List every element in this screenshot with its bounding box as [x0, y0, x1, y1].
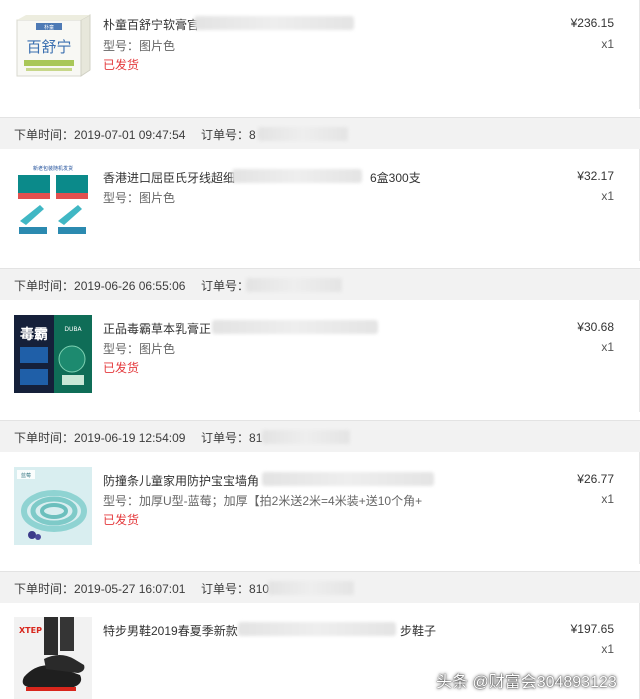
product-title-tail[interactable]: 步鞋子 [400, 622, 436, 639]
order-date: 下单时间：2019-06-26 06:55:06 [14, 279, 186, 293]
product-price: ¥30.68 [577, 320, 614, 334]
product-thumbnail[interactable]: XTEP [14, 617, 92, 699]
svg-text:XTEP: XTEP [19, 626, 42, 635]
order-number[interactable]: 订单号：8 [201, 126, 256, 143]
product-title-tail[interactable]: 6盒300支 [370, 169, 421, 186]
product-spec: 型号：图片色 [103, 342, 176, 356]
order-number[interactable]: 订单号：81 [201, 429, 262, 446]
product-title-link[interactable]: 特步男鞋2019春夏季新款 [103, 622, 238, 639]
product-quantity: x1 [601, 340, 614, 354]
floss-image: 新老包装随机发货 [14, 163, 92, 241]
product-thumbnail[interactable]: 新老包装随机发货 [14, 163, 92, 241]
product-spec: 型号：加厚U型-蓝莓；加厚【拍2米送2米=4米装+送10个角+ [103, 494, 423, 508]
svg-text:新老包装随机发货: 新老包装随机发货 [33, 165, 73, 172]
svg-text:毒霸: 毒霸 [20, 326, 48, 343]
shoe-image: XTEP [14, 617, 92, 699]
order-header: 下单时间：2019-06-19 12:54:09 订单号：81 [0, 420, 640, 452]
cream-box-image: 毒霸 DUBA [14, 315, 92, 393]
order-date: 下单时间：2019-05-27 16:07:01 [14, 582, 186, 596]
order-header: 下单时间：2019-06-26 06:55:06 订单号： [0, 268, 640, 300]
order-item: 蓝莓 防撞条儿童家用防护宝宝墙角 型号：加厚U型-蓝莓；加厚【拍2米送2米=4米… [0, 452, 640, 564]
product-price: ¥26.77 [577, 472, 614, 486]
product-quantity: x1 [601, 37, 614, 51]
shipping-status: 已发货 [103, 58, 140, 72]
product-price: ¥236.15 [570, 16, 614, 30]
product-thumbnail[interactable]: 毒霸 DUBA [14, 315, 92, 393]
order-header: 下单时间：2019-05-27 16:07:01 订单号：810 [0, 571, 640, 603]
order-item: 毒霸 DUBA 正品毒霸草本乳膏正 型号：图片色 已发货 ¥30.68 x1 [0, 300, 640, 412]
product-quantity: x1 [601, 642, 614, 656]
watermark: 头条 @财富会304893123 [436, 674, 617, 691]
product-price: ¥32.17 [577, 169, 614, 183]
shipping-status: 已发货 [103, 513, 140, 527]
order-number[interactable]: 订单号：810 [201, 580, 269, 597]
product-spec: 型号：图片色 [103, 39, 176, 53]
svg-text:朴童: 朴童 [44, 24, 54, 31]
product-title-link[interactable]: 正品毒霸草本乳膏正 [103, 320, 211, 337]
ointment-box-image: 朴童 百舒宁 [16, 14, 91, 77]
product-thumbnail[interactable]: 蓝莓 [14, 467, 92, 545]
product-quantity: x1 [601, 492, 614, 506]
order-date: 下单时间：2019-06-19 12:54:09 [14, 431, 186, 445]
order-date: 下单时间：2019-07-01 09:47:54 [14, 128, 186, 142]
product-thumbnail[interactable]: 朴童 百舒宁 [14, 14, 94, 84]
product-title-link[interactable]: 防撞条儿童家用防护宝宝墙角 [103, 472, 259, 489]
order-item: 新老包装随机发货 香港进口屈臣氏牙线超细 6盒300支 型号：图片色 ¥32.1… [0, 149, 640, 261]
shipping-status: 已发货 [103, 361, 140, 375]
product-title-link[interactable]: 朴童百舒宁软膏官 [103, 16, 199, 33]
bumper-strip-image: 蓝莓 [14, 467, 92, 545]
svg-text:DUBA: DUBA [64, 326, 82, 333]
order-header: 下单时间：2019-07-01 09:47:54 订单号：8 [0, 117, 640, 149]
product-quantity: x1 [601, 189, 614, 203]
svg-text:蓝莓: 蓝莓 [21, 472, 31, 479]
product-price: ¥197.65 [570, 622, 614, 636]
order-number[interactable]: 订单号： [201, 277, 249, 294]
order-item: 朴童 百舒宁 朴童百舒宁软膏官 型号：图片色 已发货 ¥236.15 x1 [0, 0, 640, 109]
product-spec: 型号：图片色 [103, 191, 176, 205]
product-title-link[interactable]: 香港进口屈臣氏牙线超细 [103, 169, 235, 186]
svg-text:百舒宁: 百舒宁 [26, 38, 71, 56]
